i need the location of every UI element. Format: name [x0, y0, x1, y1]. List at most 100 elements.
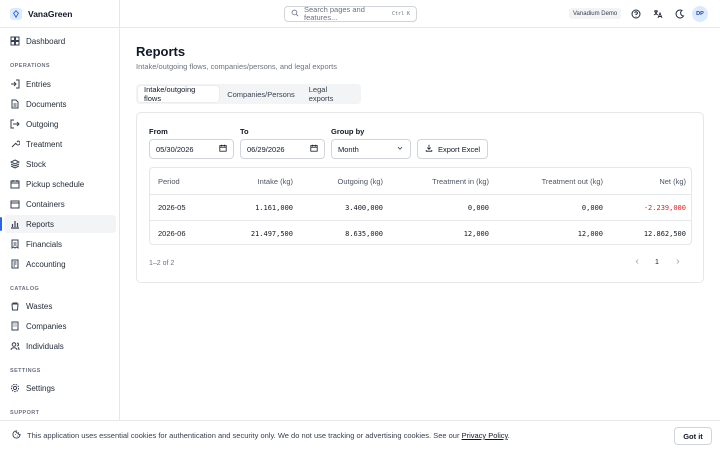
group-by-label: Group by [331, 127, 365, 136]
group-by-value: Month [338, 144, 359, 154]
to-date-input[interactable]: 06/29/2026 [240, 139, 325, 159]
cell-net: 12.862,500 [643, 229, 686, 238]
sidebar-item-label: Settings [26, 383, 55, 393]
wrench-icon [10, 139, 20, 149]
brand-logo-icon [10, 7, 22, 20]
report-card: From 05/30/2026 To 06/29/2026 Group by M… [136, 112, 704, 283]
pagination: 1 [629, 254, 685, 270]
brand[interactable]: VanaGreen [0, 0, 119, 28]
chevron-right-icon [674, 258, 681, 267]
avatar[interactable]: DP [692, 6, 708, 22]
sidebar-item-entries[interactable]: Entries [4, 75, 116, 93]
cell-period: 2026-05 [158, 203, 186, 212]
users-icon [10, 341, 20, 351]
cell-treatment-in: 12,000 [463, 229, 489, 238]
gear-icon [10, 383, 20, 393]
next-page-button[interactable] [669, 254, 685, 270]
sidebar-item-label: Pickup schedule [26, 179, 85, 189]
column-header-period: Period [158, 176, 180, 186]
tab-companies-persons[interactable]: Companies/Persons [221, 86, 301, 102]
group-by-select[interactable]: Month [331, 139, 411, 159]
sidebar-item-label: Dashboard [26, 36, 66, 46]
from-date-value: 05/30/2026 [156, 144, 194, 154]
page-number-button[interactable]: 1 [649, 254, 665, 270]
stack-icon [10, 159, 20, 169]
cookie-icon [12, 430, 21, 441]
sidebar-item-settings[interactable]: Settings [4, 379, 116, 397]
previous-page-button[interactable] [629, 254, 645, 270]
sidebar-item-documents[interactable]: Documents [4, 95, 116, 113]
receipt-icon [10, 239, 20, 249]
cell-outgoing: 3.400,000 [345, 203, 383, 212]
column-header-net: Net (kg) [659, 176, 686, 186]
table-header-row: Period Intake (kg) Outgoing (kg) Treatme… [150, 168, 691, 194]
download-icon [425, 144, 433, 154]
page-subtitle: Intake/outgoing flows, companies/persons… [136, 62, 337, 71]
tab-intake-outgoing-flows[interactable]: Intake/outgoing flows [138, 85, 220, 103]
sidebar-item-label: Outgoing [26, 119, 59, 129]
page-title: Reports [136, 44, 186, 59]
dark-mode-icon[interactable] [674, 8, 686, 20]
sidebar-item-label: Individuals [26, 341, 64, 351]
from-date-input[interactable]: 05/30/2026 [149, 139, 234, 159]
cell-treatment-out: 0,000 [581, 203, 603, 212]
cookie-suffix: . [507, 431, 510, 440]
privacy-policy-link[interactable]: Privacy Policy [462, 431, 508, 440]
calendar-icon [10, 179, 20, 189]
search-shortcut: Ctrl K [391, 11, 410, 17]
sidebar-item-containers[interactable]: Containers [4, 195, 116, 213]
login-icon [10, 79, 20, 89]
chevron-down-icon [396, 144, 404, 154]
cookie-accept-button[interactable]: Got it [674, 427, 712, 445]
sidebar-item-label: Accounting [26, 259, 66, 269]
cookie-banner: This application uses essential cookies … [0, 420, 720, 450]
sidebar-item-dashboard[interactable]: Dashboard [4, 32, 116, 50]
brand-name: VanaGreen [28, 8, 73, 19]
sidebar-item-accounting[interactable]: Accounting [4, 255, 116, 273]
to-label: To [240, 127, 249, 136]
cell-treatment-out: 12,000 [577, 229, 603, 238]
sidebar-item-label: Entries [26, 79, 51, 89]
sidebar-item-reports[interactable]: Reports [0, 215, 116, 233]
ledger-icon [10, 259, 20, 269]
sidebar-item-label: Documents [26, 99, 67, 109]
search-input[interactable]: Search pages and features... Ctrl K [284, 6, 417, 22]
section-label-operations: OPERATIONS [10, 63, 50, 69]
report-table: Period Intake (kg) Outgoing (kg) Treatme… [149, 167, 692, 245]
sidebar-item-pickup-schedule[interactable]: Pickup schedule [4, 175, 116, 193]
cell-intake: 1.161,000 [255, 203, 293, 212]
sidebar-item-treatment[interactable]: Treatment [4, 135, 116, 153]
sidebar: VanaGreen Dashboard OPERATIONS Entries D… [0, 0, 120, 450]
sidebar-item-outgoing[interactable]: Outgoing [4, 115, 116, 133]
sidebar-item-financials[interactable]: Financials [4, 235, 116, 253]
sidebar-item-label: Treatment [26, 139, 63, 149]
tab-legal-exports[interactable]: Legal exports [303, 85, 359, 103]
table-row: 2026-06 21.497,500 8.635,000 12,000 12,0… [150, 220, 691, 244]
sidebar-item-label: Containers [26, 199, 65, 209]
main-content: Reports Intake/outgoing flows, companies… [120, 28, 720, 420]
calendar-icon [219, 144, 227, 154]
cell-treatment-in: 0,000 [467, 203, 489, 212]
help-icon[interactable] [630, 8, 642, 20]
column-header-treatment-out: Treatment out (kg) [541, 176, 603, 186]
chart-icon [10, 219, 20, 229]
from-label: From [149, 127, 168, 136]
cookie-text: This application uses essential cookies … [27, 431, 510, 440]
org-switcher[interactable]: Vanadium Demo [569, 8, 622, 19]
pagination-summary: 1–2 of 2 [149, 260, 175, 267]
calendar-icon [310, 144, 318, 154]
sidebar-item-individuals[interactable]: Individuals [4, 337, 116, 355]
column-header-intake: Intake (kg) [257, 176, 293, 186]
sidebar-item-label: Wastes [26, 301, 53, 311]
to-date-value: 06/29/2026 [247, 144, 285, 154]
sidebar-item-companies[interactable]: Companies [4, 317, 116, 335]
export-excel-button[interactable]: Export Excel [417, 139, 488, 159]
cell-period: 2026-06 [158, 229, 186, 238]
export-excel-label: Export Excel [437, 144, 481, 154]
box-icon [10, 199, 20, 209]
column-header-outgoing: Outgoing (kg) [337, 176, 383, 186]
translate-icon[interactable] [652, 8, 664, 20]
sidebar-item-stock[interactable]: Stock [4, 155, 116, 173]
chevron-left-icon [634, 258, 641, 267]
sidebar-item-wastes[interactable]: Wastes [4, 297, 116, 315]
